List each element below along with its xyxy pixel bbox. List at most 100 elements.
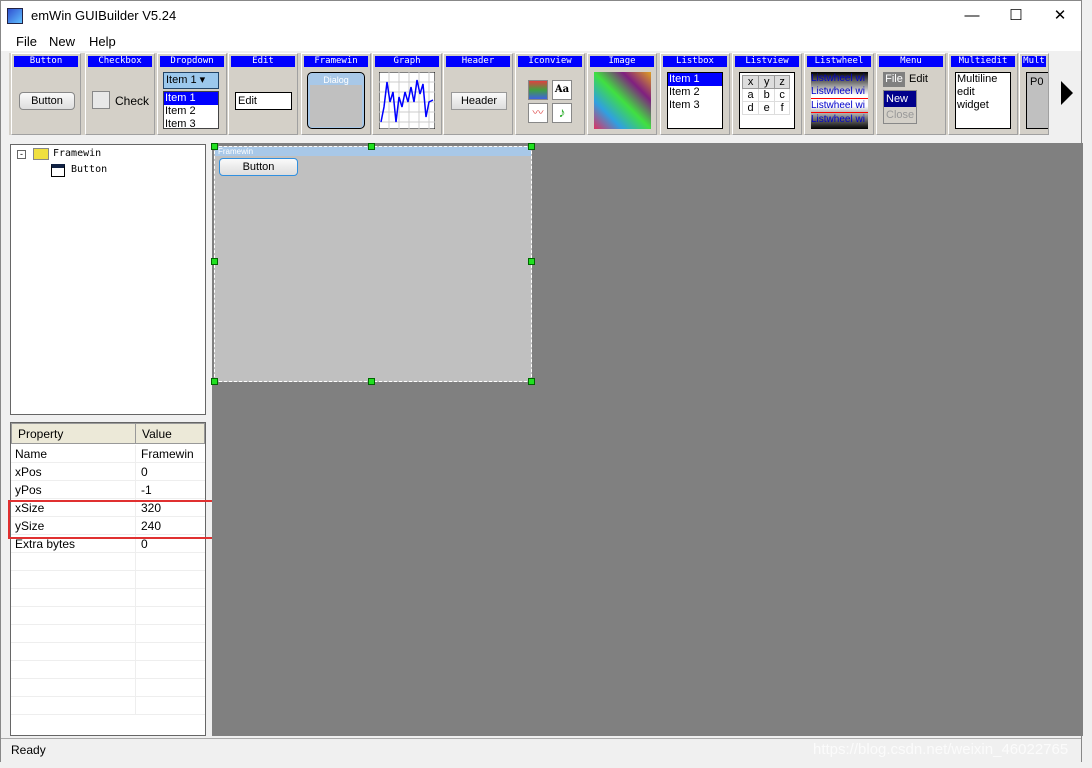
toolbar-widget-dropdown[interactable]: Dropdown Item 1 ▾ Item 1 Item 2 Item 3	[157, 53, 227, 135]
listview-cell: a	[741, 88, 760, 102]
menu-new[interactable]: New	[49, 34, 75, 49]
dropdown-item: Item 3	[165, 118, 196, 129]
sample-header: Header	[451, 92, 507, 110]
dropdown-value: Item 1	[166, 74, 197, 86]
multiedit-line: widget	[957, 99, 989, 111]
widget-label: Listbox	[663, 56, 727, 67]
tree-item-framewin[interactable]: Framewin	[53, 148, 101, 159]
resize-handle[interactable]	[368, 378, 375, 385]
listwheel-item: Listwheel wi	[811, 114, 865, 125]
tree-item-button[interactable]: Button	[71, 164, 107, 175]
button-preview[interactable]: Button	[219, 158, 298, 176]
property-row[interactable]	[11, 589, 205, 607]
listview-cell: e	[758, 101, 776, 115]
scroll-right-arrow-icon[interactable]	[1061, 81, 1073, 105]
resize-handle[interactable]	[528, 143, 535, 150]
toolbar-widget-header[interactable]: Header Header	[443, 53, 513, 135]
listbox-item: Item 3	[669, 99, 700, 111]
menu-bar: File New Help	[1, 31, 1081, 51]
listview-cell: f	[774, 101, 790, 115]
dropdown-item: Item 1	[164, 92, 218, 105]
resize-handle[interactable]	[368, 143, 375, 150]
property-value[interactable]: -1	[141, 483, 152, 497]
listwheel-item: Listwheel wi	[811, 99, 868, 113]
property-row[interactable]	[11, 661, 205, 679]
widget-toolbar: Button Button Checkbox Check Dropdown Item 1 …	[9, 53, 1049, 135]
resize-handle[interactable]	[211, 143, 218, 150]
property-row[interactable]	[11, 697, 205, 715]
minimize-button[interactable]: —	[949, 1, 995, 31]
dropdown-item: Item 2	[165, 105, 196, 117]
widget-label: Header	[446, 56, 510, 67]
toolbar-widget-multiedit[interactable]: Multiedit Multiline edit widget	[948, 53, 1018, 135]
listview-header: z	[774, 75, 790, 89]
property-name: Extra bytes	[15, 537, 76, 551]
widget-label: Mult	[1022, 56, 1046, 67]
menu-sample-close: Close	[886, 109, 915, 121]
books-icon	[528, 80, 548, 100]
widget-label: Dropdown	[160, 56, 224, 67]
property-value[interactable]: 0	[141, 465, 148, 479]
listview-header: y	[758, 75, 776, 89]
toolbar-widget-checkbox[interactable]: Checkbox Check	[85, 53, 155, 135]
widget-label: Edit	[231, 56, 295, 67]
sample-dropdown: Item 1 ▾	[163, 72, 219, 89]
property-row[interactable]	[11, 571, 205, 589]
widget-label: Menu	[879, 56, 943, 67]
highlight-box	[8, 500, 214, 539]
toolbar-widget-menu[interactable]: Menu File Edit New Close	[876, 53, 946, 135]
toolbar-widget-edit[interactable]: Edit Edit	[228, 53, 298, 135]
toolbar-widget-framewin[interactable]: Framewin Dialog	[301, 53, 371, 135]
multiedit-line: Multiline	[957, 73, 998, 85]
header-property: Property	[11, 423, 136, 444]
property-value[interactable]: Framewin	[141, 447, 194, 461]
property-row[interactable]	[11, 625, 205, 643]
property-name: Name	[15, 447, 48, 461]
resize-handle[interactable]	[528, 378, 535, 385]
resize-handle[interactable]	[211, 258, 218, 265]
listview-cell: b	[758, 88, 776, 102]
property-row[interactable]	[11, 679, 205, 697]
widget-label: Button	[14, 56, 78, 67]
app-window: emWin GUIBuilder V5.24 — ☐ ✕ File New He…	[0, 0, 1083, 762]
toolbar-widget-button[interactable]: Button Button	[11, 53, 81, 135]
framewin-preview[interactable]: Framewin Button	[214, 146, 532, 382]
toolbar-widget-listbox[interactable]: Listbox Item 1 Item 2 Item 3	[660, 53, 730, 135]
property-value[interactable]: 0	[141, 537, 148, 551]
toolbar-widget-iconview[interactable]: Iconview Aa 〰 ♪	[515, 53, 585, 135]
property-name: xPos	[15, 465, 42, 479]
property-name: yPos	[15, 483, 42, 497]
window-title: emWin GUIBuilder V5.24	[31, 8, 177, 23]
image-sample-icon	[594, 72, 651, 129]
listview-sample: xyzabcdef	[739, 72, 795, 129]
font-icon: Aa	[552, 80, 572, 100]
maximize-button[interactable]: ☐	[993, 1, 1039, 31]
toolbar-widget-image[interactable]: Image	[587, 53, 657, 135]
toolbar-widget-listview[interactable]: Listview x y z a b c d e f	[732, 53, 802, 135]
close-button[interactable]: ✕	[1037, 1, 1083, 31]
property-row[interactable]: Name Framewin	[11, 445, 205, 463]
sample-edit: Edit	[235, 92, 292, 110]
widget-tree: - Framewin Button	[10, 144, 206, 415]
toolbar-widget-graph[interactable]: Graph	[372, 53, 442, 135]
property-row[interactable]	[11, 643, 205, 661]
menu-file[interactable]: File	[16, 34, 37, 49]
toolbar-widget-mult[interactable]: Mult P0	[1019, 53, 1049, 135]
listview-cell: c	[774, 88, 790, 102]
property-row[interactable]: xPos 0	[11, 463, 205, 481]
toolbar-widget-listwheel[interactable]: Listwheel Listwheel wi Listwheel wi Listwhe…	[804, 53, 874, 135]
resize-handle[interactable]	[528, 258, 535, 265]
folder-icon	[33, 148, 49, 160]
collapse-icon[interactable]: -	[17, 150, 26, 159]
listbox-item: Item 2	[669, 86, 700, 98]
window-icon	[51, 164, 65, 177]
resize-handle[interactable]	[211, 378, 218, 385]
property-row[interactable]	[11, 553, 205, 571]
widget-label: Image	[590, 56, 654, 67]
menu-sample-file: File	[883, 72, 905, 87]
property-row[interactable]: yPos -1	[11, 481, 205, 499]
property-row[interactable]	[11, 607, 205, 625]
listbox-item: Item 1	[668, 73, 722, 86]
header-value: Value	[135, 423, 205, 444]
menu-help[interactable]: Help	[89, 34, 116, 49]
